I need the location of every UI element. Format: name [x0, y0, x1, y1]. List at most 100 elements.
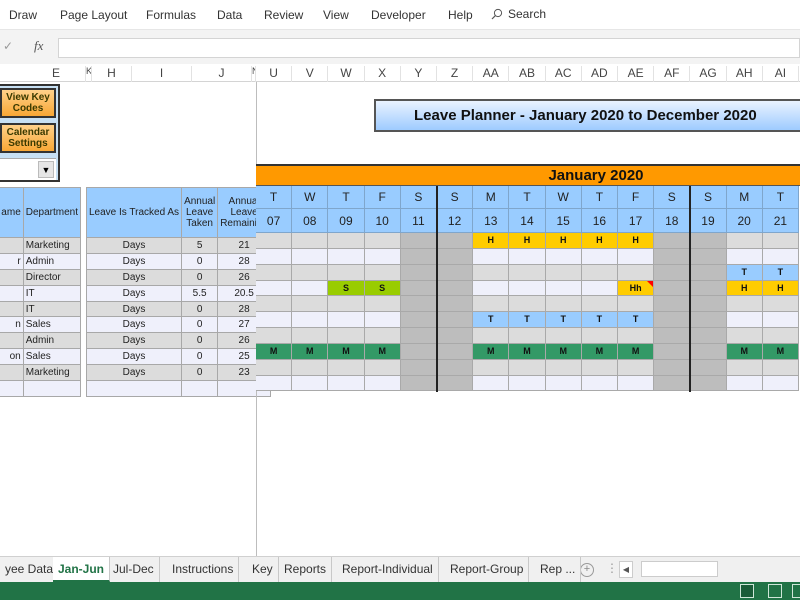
calendar-cell[interactable] [473, 296, 510, 313]
calendar-cell[interactable] [328, 264, 365, 281]
calendar-cell[interactable] [726, 248, 763, 265]
tab-view[interactable]: View [323, 8, 349, 22]
employee-name-cell[interactable] [0, 237, 24, 254]
leave-entry-cell[interactable]: M [292, 343, 329, 360]
calendar-cell[interactable] [545, 248, 582, 265]
department-cell[interactable]: Marketing [22, 364, 82, 382]
calendar-cell[interactable] [328, 248, 365, 265]
col-header-calendar[interactable]: AC [546, 66, 582, 82]
weekend-cell[interactable] [437, 280, 474, 297]
col-header-calendar[interactable]: AG [690, 66, 727, 82]
calendar-settings-button[interactable]: Calendar Settings [0, 123, 56, 153]
page-layout-view-icon[interactable] [768, 584, 782, 598]
calendar-cell[interactable] [545, 264, 582, 281]
calendar-cell[interactable] [762, 233, 799, 249]
weekend-cell[interactable] [654, 312, 691, 329]
calendar-cell[interactable] [762, 359, 799, 376]
weekend-cell[interactable] [437, 312, 474, 329]
calendar-cell[interactable] [762, 296, 799, 313]
calendar-cell[interactable] [545, 359, 582, 376]
leave-entry-cell[interactable]: S [328, 280, 365, 297]
calendar-cell[interactable] [762, 375, 799, 392]
weekend-cell[interactable] [654, 328, 691, 344]
leave-entry-cell[interactable]: M [762, 343, 799, 360]
weekend-cell[interactable] [400, 233, 437, 249]
sheet-tab[interactable]: yee Data [0, 557, 60, 582]
calendar-cell[interactable] [762, 328, 799, 344]
weekend-cell[interactable] [400, 328, 437, 344]
department-cell[interactable]: IT [22, 300, 82, 318]
employee-name-cell[interactable] [0, 300, 24, 318]
calendar-cell[interactable] [473, 359, 510, 376]
tab-developer[interactable]: Developer [371, 8, 426, 22]
weekend-cell[interactable] [654, 264, 691, 281]
horizontal-scrollbar[interactable] [641, 561, 718, 577]
weekend-cell[interactable] [437, 375, 474, 392]
leave-entry-cell[interactable]: M [618, 343, 655, 360]
col-header-calendar[interactable]: AH [727, 66, 763, 82]
weekend-cell[interactable] [400, 343, 437, 360]
page-break-view-icon[interactable] [792, 584, 800, 598]
calendar-cell[interactable] [545, 280, 582, 297]
weekend-cell[interactable] [400, 312, 437, 329]
weekend-cell[interactable] [690, 343, 727, 360]
weekend-cell[interactable] [437, 359, 474, 376]
enter-check-icon[interactable]: ✓ [3, 39, 13, 53]
weekend-cell[interactable] [437, 328, 474, 344]
calendar-cell[interactable] [726, 328, 763, 344]
sheet-tab[interactable]: Jan-Jun [53, 557, 111, 582]
tracked-as-cell[interactable]: Days [85, 268, 183, 286]
sheet-tab[interactable]: Instructions [167, 557, 240, 582]
calendar-cell[interactable] [509, 359, 546, 376]
calendar-cell[interactable] [292, 296, 329, 313]
weekend-cell[interactable] [400, 359, 437, 376]
sheet-tab[interactable]: Jul-Dec [108, 557, 160, 582]
employee-name-cell[interactable]: n [0, 316, 24, 334]
col-header-calendar[interactable]: AA [473, 66, 510, 82]
weekend-cell[interactable] [690, 328, 727, 344]
calendar-cell[interactable] [292, 233, 329, 249]
employee-name-cell[interactable] [0, 380, 24, 397]
calendar-cell[interactable] [509, 375, 546, 392]
sheet-tab[interactable]: Report-Individual [337, 557, 439, 582]
calendar-cell[interactable] [364, 264, 401, 281]
col-header-calendar[interactable]: X [365, 66, 401, 82]
calendar-cell[interactable] [509, 264, 546, 281]
department-cell[interactable]: Admin [22, 332, 82, 350]
calendar-cell[interactable] [581, 328, 618, 344]
weekend-cell[interactable] [654, 280, 691, 297]
weekend-cell[interactable] [690, 296, 727, 313]
employee-name-cell[interactable]: on [0, 348, 24, 366]
sheet-tab[interactable]: Key [247, 557, 279, 582]
leave-entry-cell[interactable]: T [545, 312, 582, 329]
calendar-cell[interactable] [473, 264, 510, 281]
tracked-as-cell[interactable]: Days [85, 348, 183, 366]
tab-split-handle[interactable]: ⋮ [606, 561, 618, 575]
leave-taken-cell[interactable]: 5 [181, 237, 219, 254]
weekend-cell[interactable] [654, 359, 691, 376]
calendar-cell[interactable] [292, 264, 329, 281]
dropdown-arrow-icon[interactable]: ▼ [38, 161, 54, 178]
employee-name-cell[interactable] [0, 268, 24, 286]
leave-entry-cell[interactable]: T [762, 264, 799, 281]
department-cell[interactable] [22, 380, 82, 397]
calendar-cell[interactable] [726, 375, 763, 392]
tracked-as-cell[interactable] [85, 380, 183, 397]
leave-entry-cell[interactable]: M [256, 343, 293, 360]
leave-entry-cell[interactable]: M [726, 343, 763, 360]
tracked-as-cell[interactable]: Days [85, 316, 183, 334]
col-header-calendar[interactable]: AF [654, 66, 691, 82]
tracked-as-cell[interactable]: Days [85, 284, 183, 302]
sheet-tab[interactable]: Rep ... [535, 557, 582, 582]
col-header-calendar[interactable]: AI [763, 66, 799, 82]
weekend-cell[interactable] [654, 233, 691, 249]
calendar-cell[interactable] [581, 280, 618, 297]
leave-taken-cell[interactable]: 5.5 [181, 284, 219, 302]
formula-input[interactable] [58, 38, 800, 58]
calendar-cell[interactable] [364, 296, 401, 313]
weekend-cell[interactable] [437, 248, 474, 265]
leave-entry-cell[interactable]: T [509, 312, 546, 329]
calendar-cell[interactable] [618, 375, 655, 392]
calendar-cell[interactable] [726, 312, 763, 329]
weekend-cell[interactable] [437, 296, 474, 313]
